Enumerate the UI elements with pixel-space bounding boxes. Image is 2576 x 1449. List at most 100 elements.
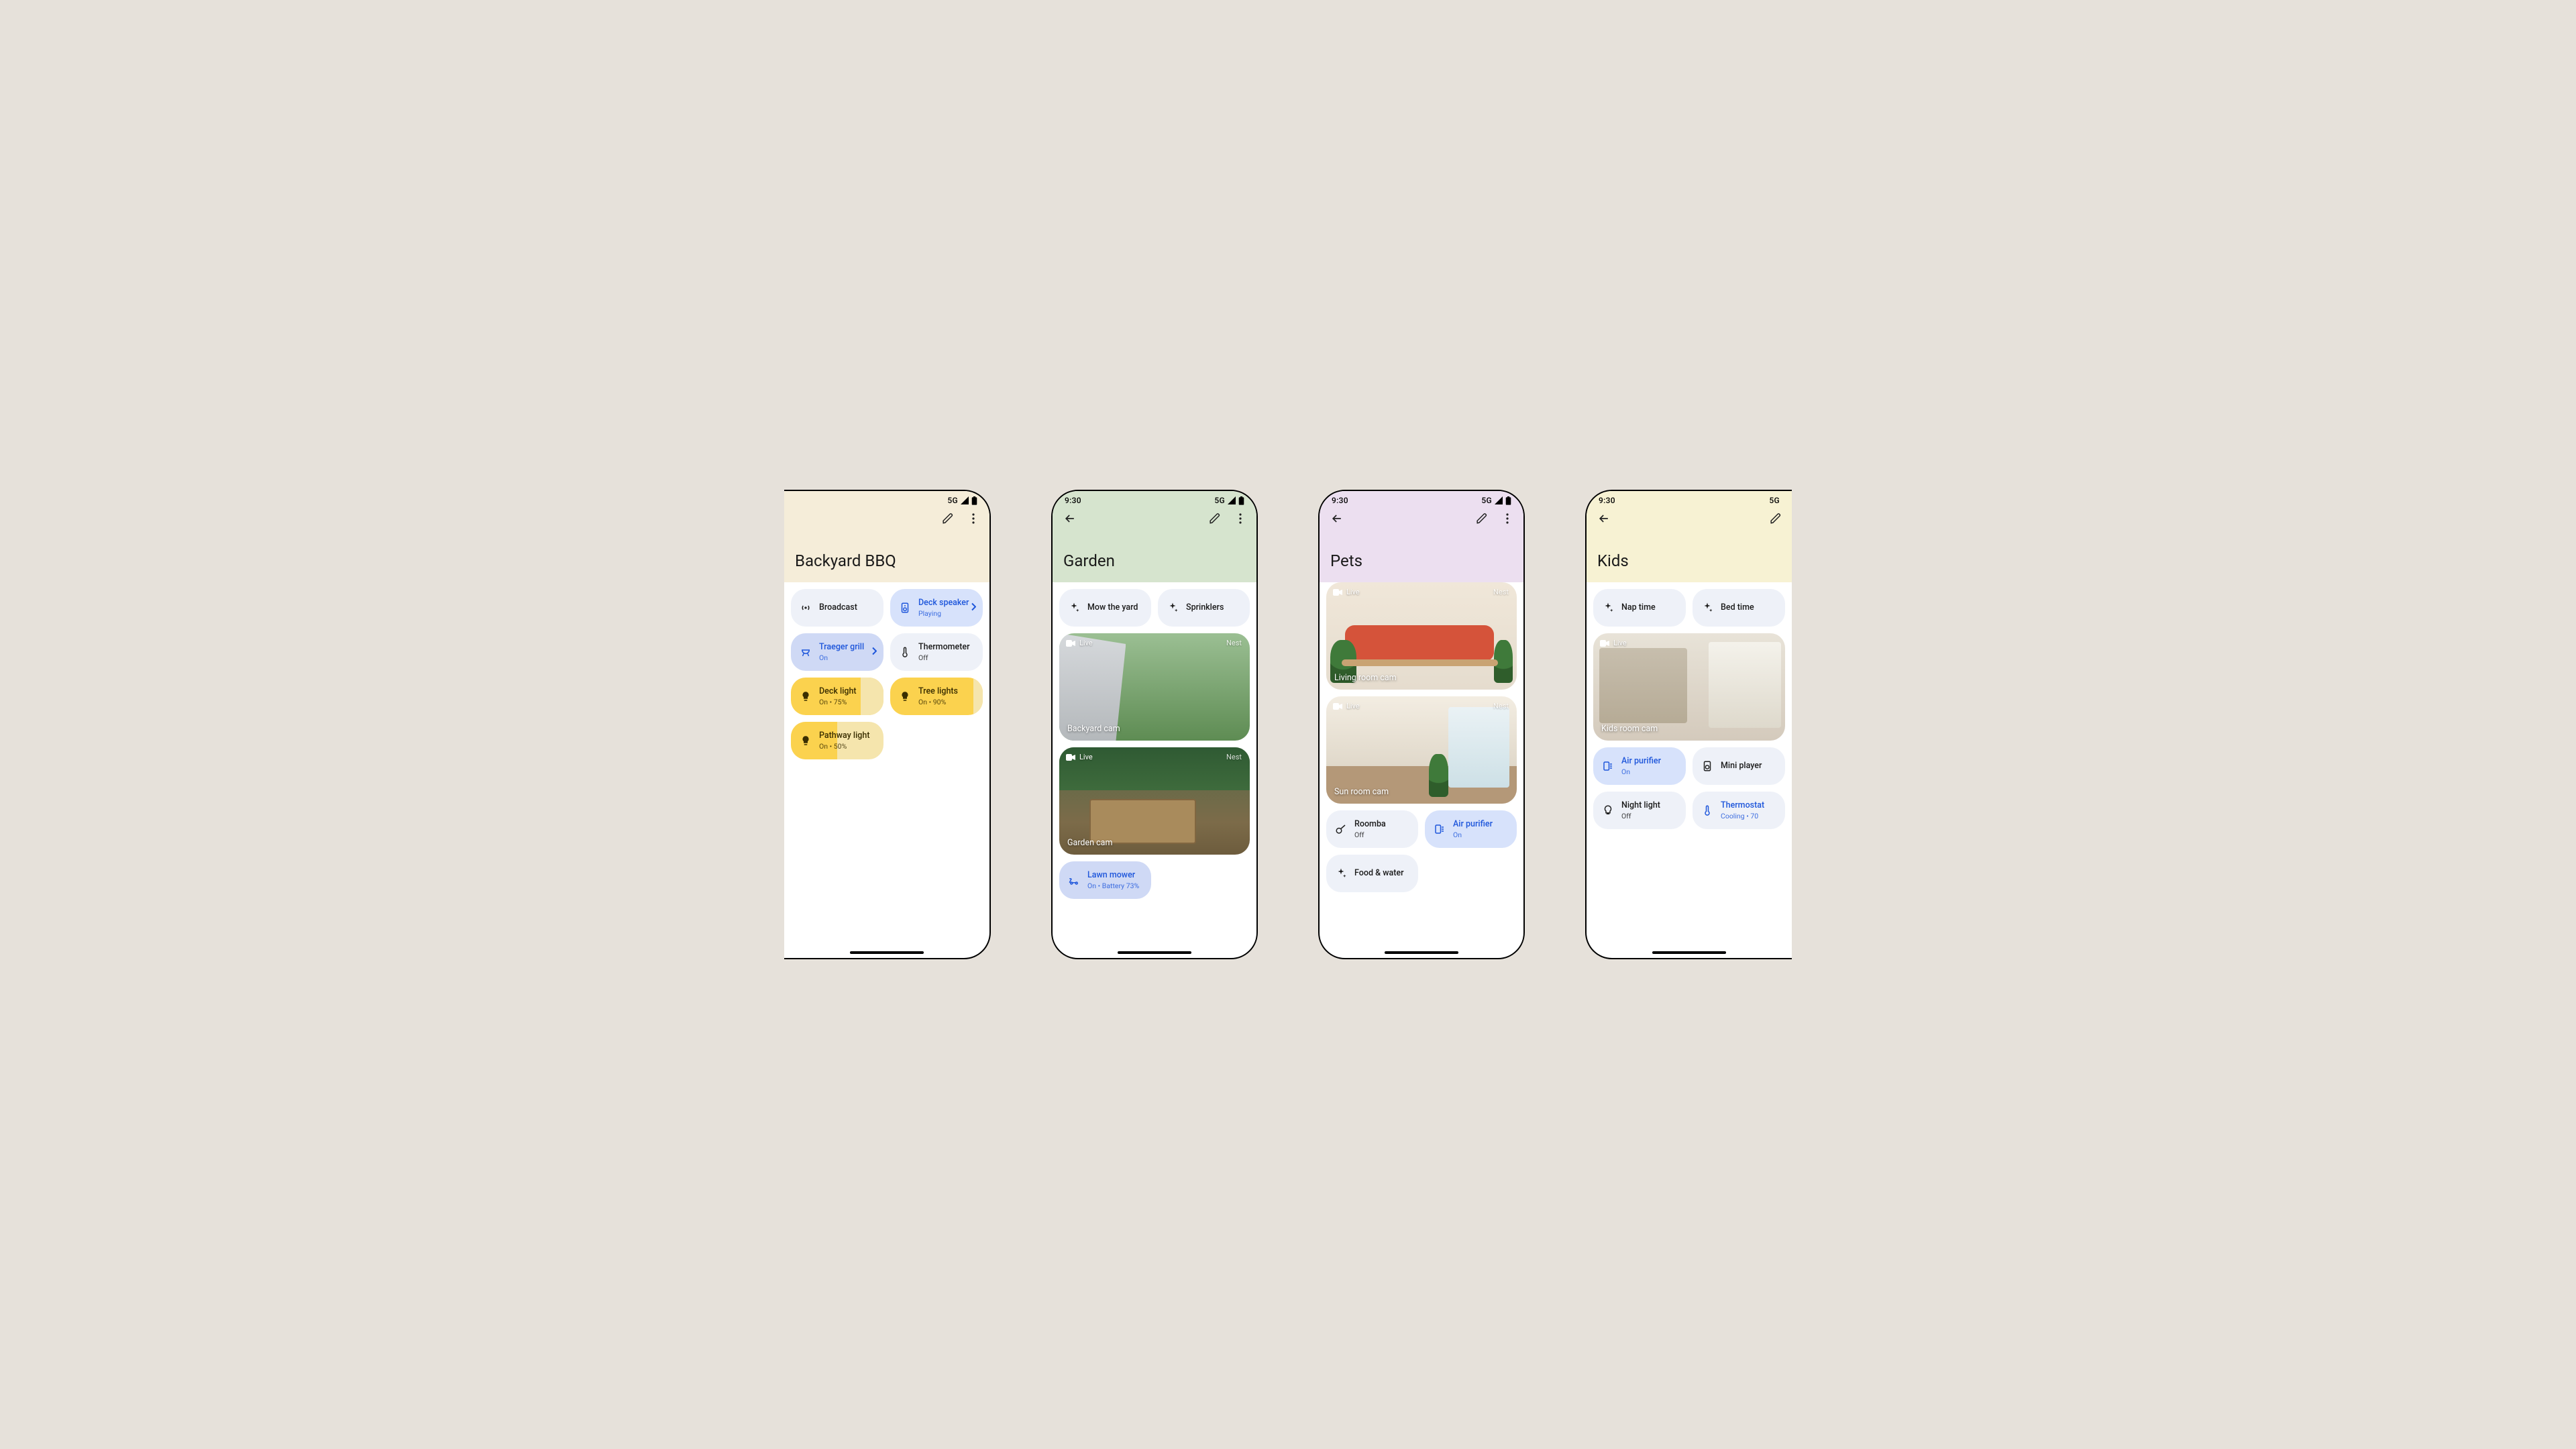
pathway-light-label: Pathway light bbox=[819, 731, 869, 741]
kids-room-cam[interactable]: Live Kids room cam bbox=[1593, 633, 1785, 741]
status-network: 5G bbox=[1481, 496, 1492, 505]
live-badge: Live bbox=[1333, 588, 1360, 596]
thermometer-icon bbox=[1701, 804, 1714, 817]
status-bar: 5G bbox=[784, 491, 989, 510]
home-indicator[interactable] bbox=[850, 951, 924, 954]
deck-light-status: On • 75% bbox=[819, 698, 857, 706]
status-network: 5G bbox=[1214, 496, 1225, 505]
deck-light-tile[interactable]: Deck light On • 75% bbox=[791, 678, 883, 715]
edit-icon[interactable] bbox=[941, 512, 955, 525]
night-status: Off bbox=[1621, 812, 1660, 820]
deck-speaker-tile[interactable]: Deck speaker Playing bbox=[890, 589, 983, 627]
roomba-status: Off bbox=[1354, 830, 1386, 839]
phone-top-section: 5G Backyard BBQ bbox=[784, 491, 989, 582]
bulb-icon bbox=[1601, 804, 1615, 817]
food-label: Food & water bbox=[1354, 868, 1404, 879]
bed-label: Bed time bbox=[1721, 602, 1754, 613]
phone-top-section: 9:30 5G Kids bbox=[1587, 491, 1792, 582]
header: Kids bbox=[1587, 510, 1792, 582]
mini-player-tile[interactable]: Mini player bbox=[1693, 747, 1785, 785]
deck-light-label: Deck light bbox=[819, 686, 857, 697]
speaker-icon bbox=[1701, 759, 1714, 773]
status-bar: 9:30 5G bbox=[1587, 491, 1792, 510]
purifier-label: Air purifier bbox=[1453, 819, 1493, 830]
header: Pets bbox=[1320, 510, 1523, 582]
sparkle-icon bbox=[1067, 601, 1081, 614]
tree-lights-label: Tree lights bbox=[918, 686, 958, 697]
grill-icon bbox=[799, 645, 812, 659]
back-icon[interactable] bbox=[1330, 512, 1344, 525]
thermostat-tile[interactable]: Thermostat Cooling • 70 bbox=[1693, 792, 1785, 829]
living-room-cam[interactable]: Live Nest Living room cam bbox=[1326, 582, 1517, 690]
sun-room-cam[interactable]: Live Nest Sun room cam bbox=[1326, 696, 1517, 804]
video-icon bbox=[1333, 589, 1342, 596]
thermo-status: Off bbox=[918, 653, 970, 662]
more-icon[interactable] bbox=[1234, 512, 1247, 525]
mower-icon bbox=[1067, 873, 1081, 887]
lawn-mower-tile[interactable]: Lawn mower On • Battery 73% bbox=[1059, 861, 1151, 899]
camera-name: Sun room cam bbox=[1334, 787, 1389, 797]
home-indicator[interactable] bbox=[1385, 951, 1458, 954]
sprinklers-tile[interactable]: Sprinklers bbox=[1158, 589, 1250, 627]
phone-top-section: 9:30 5G Garden bbox=[1053, 491, 1256, 582]
speaker-label: Deck speaker bbox=[918, 598, 969, 608]
air-purifier-tile[interactable]: Air purifier On bbox=[1593, 747, 1686, 785]
live-badge: Live bbox=[1066, 753, 1093, 761]
air-purifier-icon bbox=[1433, 822, 1446, 836]
night-label: Night light bbox=[1621, 800, 1660, 811]
camera-brand: Nest bbox=[1493, 588, 1509, 596]
home-indicator[interactable] bbox=[1652, 951, 1726, 954]
bed-time-tile[interactable]: Bed time bbox=[1693, 589, 1785, 627]
brightness-fill bbox=[973, 678, 983, 715]
page-title: Backyard BBQ bbox=[795, 551, 984, 570]
food-water-tile[interactable]: Food & water bbox=[1326, 855, 1418, 892]
phone-backyard-bbq: 5G Backyard BBQ Broadcast bbox=[784, 490, 991, 959]
backyard-cam[interactable]: Live Nest Backyard cam bbox=[1059, 633, 1250, 741]
roomba-tile[interactable]: Roomba Off bbox=[1326, 810, 1418, 848]
bulb-icon bbox=[898, 690, 912, 703]
night-light-tile[interactable]: Night light Off bbox=[1593, 792, 1686, 829]
pathway-light-tile[interactable]: Pathway light On • 50% bbox=[791, 722, 883, 759]
live-label: Live bbox=[1079, 639, 1093, 647]
speaker-icon bbox=[898, 601, 912, 614]
garden-cam[interactable]: Live Nest Garden cam bbox=[1059, 747, 1250, 855]
status-time: 9:30 bbox=[1332, 496, 1348, 505]
content: Nap time Bed time Live Kids room cam Air… bbox=[1587, 589, 1792, 836]
battery-icon bbox=[1238, 496, 1244, 505]
status-bar: 9:30 5G bbox=[1053, 491, 1256, 510]
broadcast-tile[interactable]: Broadcast bbox=[791, 589, 883, 627]
phone-pets: 9:30 5G Pets Live Nes bbox=[1318, 490, 1525, 959]
live-label: Live bbox=[1346, 588, 1360, 596]
camera-brand: Nest bbox=[1493, 702, 1509, 710]
home-indicator[interactable] bbox=[1118, 951, 1191, 954]
chevron-right-icon bbox=[971, 603, 976, 613]
live-badge: Live bbox=[1600, 639, 1627, 647]
edit-icon[interactable] bbox=[1475, 512, 1489, 525]
edit-icon[interactable] bbox=[1208, 512, 1222, 525]
video-icon bbox=[1066, 640, 1075, 647]
more-icon[interactable] bbox=[967, 512, 980, 525]
more-icon[interactable] bbox=[1501, 512, 1514, 525]
edit-icon[interactable] bbox=[1769, 512, 1782, 525]
speaker-status: Playing bbox=[918, 609, 969, 618]
thermometer-tile[interactable]: Thermometer Off bbox=[890, 633, 983, 671]
purifier-label: Air purifier bbox=[1621, 756, 1661, 767]
video-icon bbox=[1333, 703, 1342, 710]
back-icon[interactable] bbox=[1597, 512, 1611, 525]
camera-name: Garden cam bbox=[1067, 838, 1112, 848]
grill-label: Traeger grill bbox=[819, 642, 864, 653]
grill-status: On bbox=[819, 653, 864, 662]
traeger-grill-tile[interactable]: Traeger grill On bbox=[791, 633, 883, 671]
thermo-label: Thermostat bbox=[1721, 800, 1764, 811]
nap-time-tile[interactable]: Nap time bbox=[1593, 589, 1686, 627]
bulb-icon bbox=[799, 690, 812, 703]
nap-label: Nap time bbox=[1621, 602, 1656, 613]
header: Backyard BBQ bbox=[784, 510, 989, 582]
air-purifier-tile[interactable]: Air purifier On bbox=[1425, 810, 1517, 848]
tree-lights-tile[interactable]: Tree lights On • 90% bbox=[890, 678, 983, 715]
header: Garden bbox=[1053, 510, 1256, 582]
back-icon[interactable] bbox=[1063, 512, 1077, 525]
mower-label: Lawn mower bbox=[1087, 870, 1139, 881]
roomba-label: Roomba bbox=[1354, 819, 1386, 830]
mow-yard-tile[interactable]: Mow the yard bbox=[1059, 589, 1151, 627]
